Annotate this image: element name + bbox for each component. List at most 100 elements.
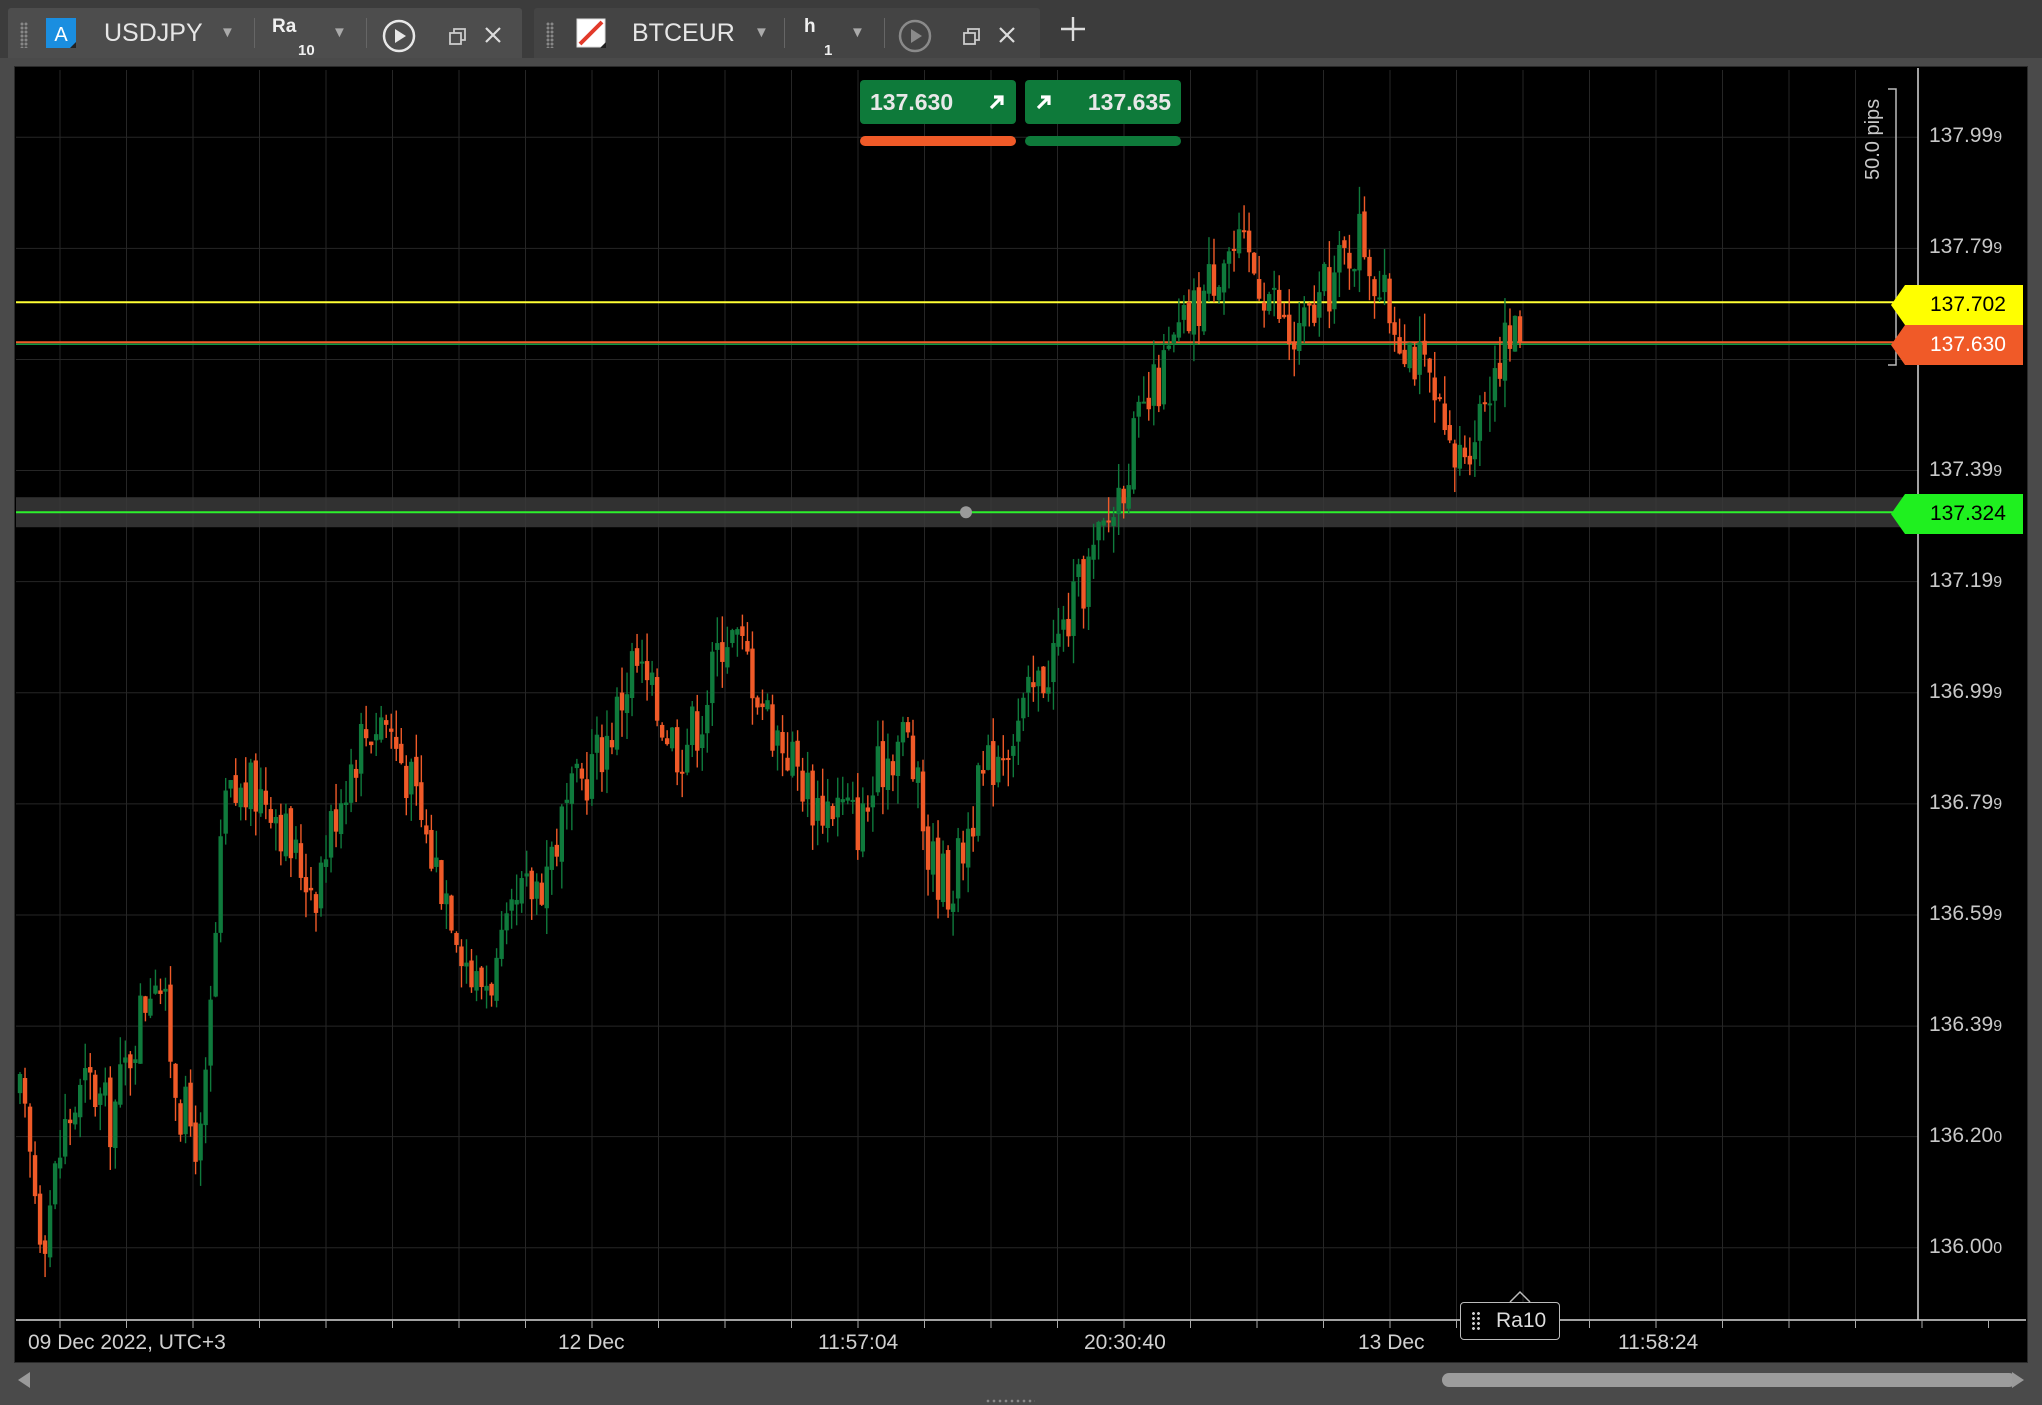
candle-body xyxy=(599,737,605,773)
candle-body xyxy=(1141,401,1146,404)
alert-price-tag[interactable]: 137.702 xyxy=(1891,285,2023,325)
candle-body xyxy=(1412,346,1417,380)
candle-body xyxy=(1031,682,1036,688)
candle-body xyxy=(1131,418,1136,490)
candle-body xyxy=(394,736,399,749)
candle-body xyxy=(67,1119,73,1124)
candle-body xyxy=(1492,368,1498,401)
candle-body xyxy=(1201,290,1207,332)
candle-body xyxy=(564,799,570,803)
candle-body xyxy=(1041,666,1046,694)
candle-body xyxy=(1106,520,1111,523)
candle-body xyxy=(1226,251,1232,264)
candle-body xyxy=(1056,633,1061,647)
candle-body xyxy=(649,672,655,685)
candle-body xyxy=(785,757,790,771)
candle-body xyxy=(644,661,650,681)
candle-body xyxy=(484,985,489,991)
time-axis-label: 11:58:24 xyxy=(1618,1331,1699,1354)
candle-body xyxy=(373,734,379,741)
candle-body xyxy=(1151,364,1156,406)
candle-body xyxy=(47,1205,53,1258)
candle-body xyxy=(1176,322,1182,338)
candle-body xyxy=(213,932,218,997)
candle-body xyxy=(760,703,765,708)
candle-body xyxy=(1156,367,1161,407)
candle-body xyxy=(1096,521,1101,541)
candle-body xyxy=(1066,618,1071,637)
candle-body xyxy=(1016,720,1021,742)
candle-body xyxy=(1427,358,1432,373)
candle-body xyxy=(228,780,233,789)
candle-body xyxy=(384,720,389,725)
arrow-up-right-icon xyxy=(1036,95,1051,110)
scroll-right-icon[interactable] xyxy=(2012,1372,2024,1388)
candle-body xyxy=(1472,442,1478,460)
candle-body xyxy=(223,790,228,834)
candle-body xyxy=(1026,676,1031,693)
candle-body xyxy=(685,744,690,773)
candle-body xyxy=(609,740,615,748)
candle-body xyxy=(1101,520,1106,526)
candle-body xyxy=(1307,303,1312,306)
candle-body xyxy=(955,838,961,899)
scroll-thumb[interactable] xyxy=(1442,1373,2016,1387)
candle-body xyxy=(674,727,680,773)
price-chart[interactable] xyxy=(0,0,2042,1405)
price-tick-label: 136.999 xyxy=(1929,679,2003,703)
candle-body xyxy=(193,1122,198,1162)
candle-body xyxy=(1372,279,1377,297)
candle-body xyxy=(1287,314,1292,345)
candle-body xyxy=(1327,267,1332,312)
series-badge[interactable]: Ra10 xyxy=(1460,1302,1560,1340)
candle-body xyxy=(1397,337,1402,354)
candle-body xyxy=(1181,305,1187,320)
candle-body xyxy=(1196,287,1202,327)
candle-body xyxy=(1482,402,1488,405)
candle-body xyxy=(298,843,304,878)
candle-body xyxy=(539,882,544,905)
horizontal-scrollbar[interactable] xyxy=(14,1363,2028,1397)
price-tick-label: 137.799 xyxy=(1929,235,2003,259)
candle-body xyxy=(659,724,665,738)
candle-body xyxy=(710,651,715,704)
sell-quote-bar xyxy=(860,136,1016,146)
candle-body xyxy=(514,899,519,905)
candle-body xyxy=(22,1078,28,1104)
candle-body xyxy=(1477,403,1483,441)
candle-body xyxy=(103,1082,108,1096)
horizontal-line-price-tag[interactable]: 137.324 xyxy=(1891,494,2023,534)
candle-body xyxy=(594,734,600,753)
candle-body xyxy=(559,806,565,862)
candle-body xyxy=(1462,447,1468,458)
series-badge-label: Ra10 xyxy=(1496,1309,1547,1332)
scroll-left-icon[interactable] xyxy=(18,1372,30,1388)
candle-body xyxy=(519,878,524,904)
buy-quote-button[interactable]: 137.635 xyxy=(1025,80,1181,124)
candle-body xyxy=(765,700,770,710)
candle-body xyxy=(1382,274,1387,293)
sell-quote-button[interactable]: 137.630 xyxy=(860,80,1016,124)
candle-body xyxy=(72,1112,78,1125)
candle-body xyxy=(1081,559,1086,609)
candle-body xyxy=(930,841,936,875)
panel-resize-handle[interactable] xyxy=(985,1398,1035,1404)
candle-body xyxy=(790,741,795,776)
candle-body xyxy=(379,717,384,740)
candle-body xyxy=(489,983,494,996)
candle-body xyxy=(1447,425,1452,441)
candle-body xyxy=(695,711,700,751)
time-axis-label: 11:57:04 xyxy=(818,1331,899,1354)
candle-body xyxy=(1211,264,1217,296)
candle-body xyxy=(1467,455,1473,465)
drag-handle-icon[interactable] xyxy=(1471,1311,1481,1331)
candle-body xyxy=(1071,581,1076,636)
candle-body xyxy=(113,1101,118,1149)
candle-body xyxy=(920,771,926,832)
candle-body xyxy=(1367,256,1372,277)
candle-body xyxy=(750,648,755,699)
candle-body xyxy=(128,1054,133,1069)
candle-body xyxy=(770,704,775,751)
candle-body xyxy=(42,1240,48,1254)
candle-body xyxy=(1457,444,1462,469)
